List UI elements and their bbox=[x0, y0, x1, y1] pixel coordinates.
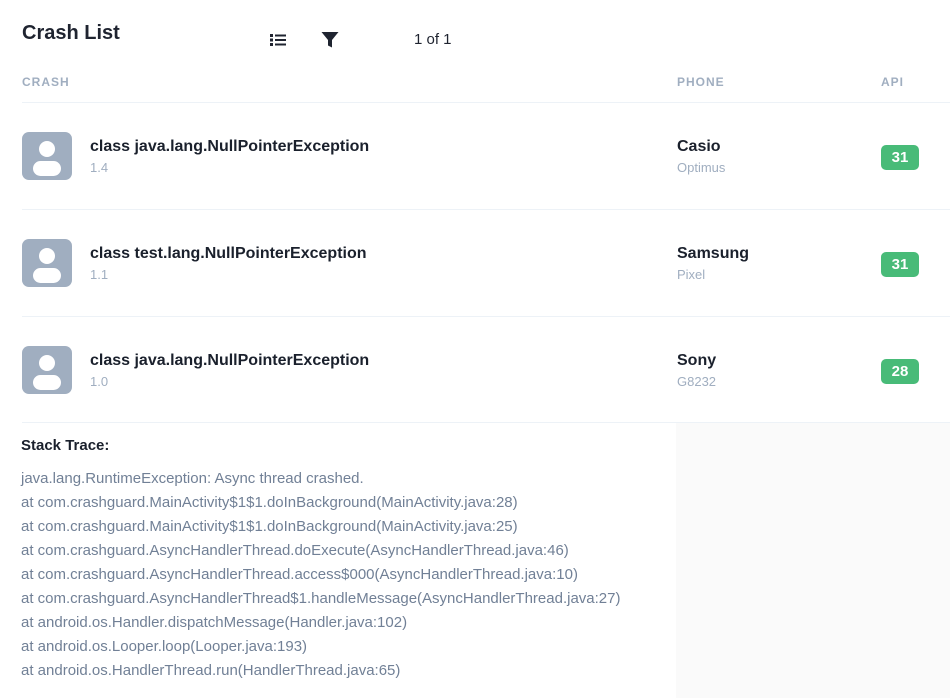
crash-row[interactable]: class java.lang.NullPointerException 1.0… bbox=[22, 316, 950, 423]
column-header-crash: CRASH bbox=[22, 75, 70, 89]
trace-side-panel bbox=[676, 423, 950, 698]
list-icon bbox=[270, 34, 286, 46]
column-header-phone: PHONE bbox=[677, 75, 725, 89]
api-badge: 31 bbox=[881, 252, 919, 277]
stack-trace: java.lang.RuntimeException: Async thread… bbox=[21, 470, 621, 686]
user-avatar-icon bbox=[22, 346, 72, 394]
app-version: 1.1 bbox=[90, 267, 109, 282]
stack-trace-line: at android.os.Looper.loop(Looper.java:19… bbox=[21, 638, 308, 655]
api-badge: 31 bbox=[881, 145, 919, 170]
phone-brand: Samsung bbox=[677, 245, 750, 262]
stack-trace-line: at android.os.HandlerThread.run(HandlerT… bbox=[21, 662, 401, 679]
pagination-label: 1 of 1 bbox=[414, 31, 452, 48]
api-badge: 28 bbox=[881, 359, 919, 384]
crash-table: class java.lang.NullPointerException 1.4… bbox=[22, 102, 950, 423]
stack-trace-line: at com.crashguard.MainActivity$1$1.doInB… bbox=[21, 518, 518, 535]
phone-model: Pixel bbox=[677, 267, 706, 282]
phone-model: G8232 bbox=[677, 374, 717, 389]
app-version: 1.4 bbox=[90, 160, 109, 175]
crash-row[interactable]: class java.lang.NullPointerException 1.4… bbox=[22, 102, 950, 209]
filter-button[interactable] bbox=[320, 30, 340, 50]
phone-brand: Casio bbox=[677, 138, 721, 155]
header: Crash List 1 of 1 bbox=[0, 0, 950, 62]
phone-brand: Sony bbox=[677, 352, 717, 369]
stack-trace-title: Stack Trace: bbox=[21, 437, 110, 454]
list-view-button[interactable] bbox=[268, 30, 288, 50]
exception-name: class java.lang.NullPointerException bbox=[90, 138, 370, 155]
stack-trace-line: at com.crashguard.AsyncHandlerThread.acc… bbox=[21, 566, 578, 583]
stack-trace-line: at com.crashguard.AsyncHandlerThread$1.h… bbox=[21, 590, 621, 607]
stack-trace-line: at com.crashguard.AsyncHandlerThread.doE… bbox=[21, 542, 569, 559]
user-avatar-icon bbox=[22, 132, 72, 180]
crash-list-page: Crash List 1 of 1 CRASH PHONE API class … bbox=[0, 0, 950, 698]
app-version: 1.0 bbox=[90, 374, 109, 389]
stack-trace-line: java.lang.RuntimeException: Async thread… bbox=[21, 470, 364, 487]
stack-trace-line: at android.os.Handler.dispatchMessage(Ha… bbox=[21, 614, 408, 631]
user-avatar-icon bbox=[22, 239, 72, 287]
filter-icon bbox=[321, 32, 339, 48]
exception-name: class java.lang.NullPointerException bbox=[90, 352, 370, 369]
crash-row[interactable]: class test.lang.NullPointerException 1.1… bbox=[22, 209, 950, 316]
phone-model: Optimus bbox=[677, 160, 726, 175]
column-header-api: API bbox=[881, 75, 905, 89]
page-title: Crash List bbox=[22, 22, 120, 44]
stack-trace-line: at com.crashguard.MainActivity$1$1.doInB… bbox=[21, 494, 518, 511]
exception-name: class test.lang.NullPointerException bbox=[90, 245, 367, 262]
